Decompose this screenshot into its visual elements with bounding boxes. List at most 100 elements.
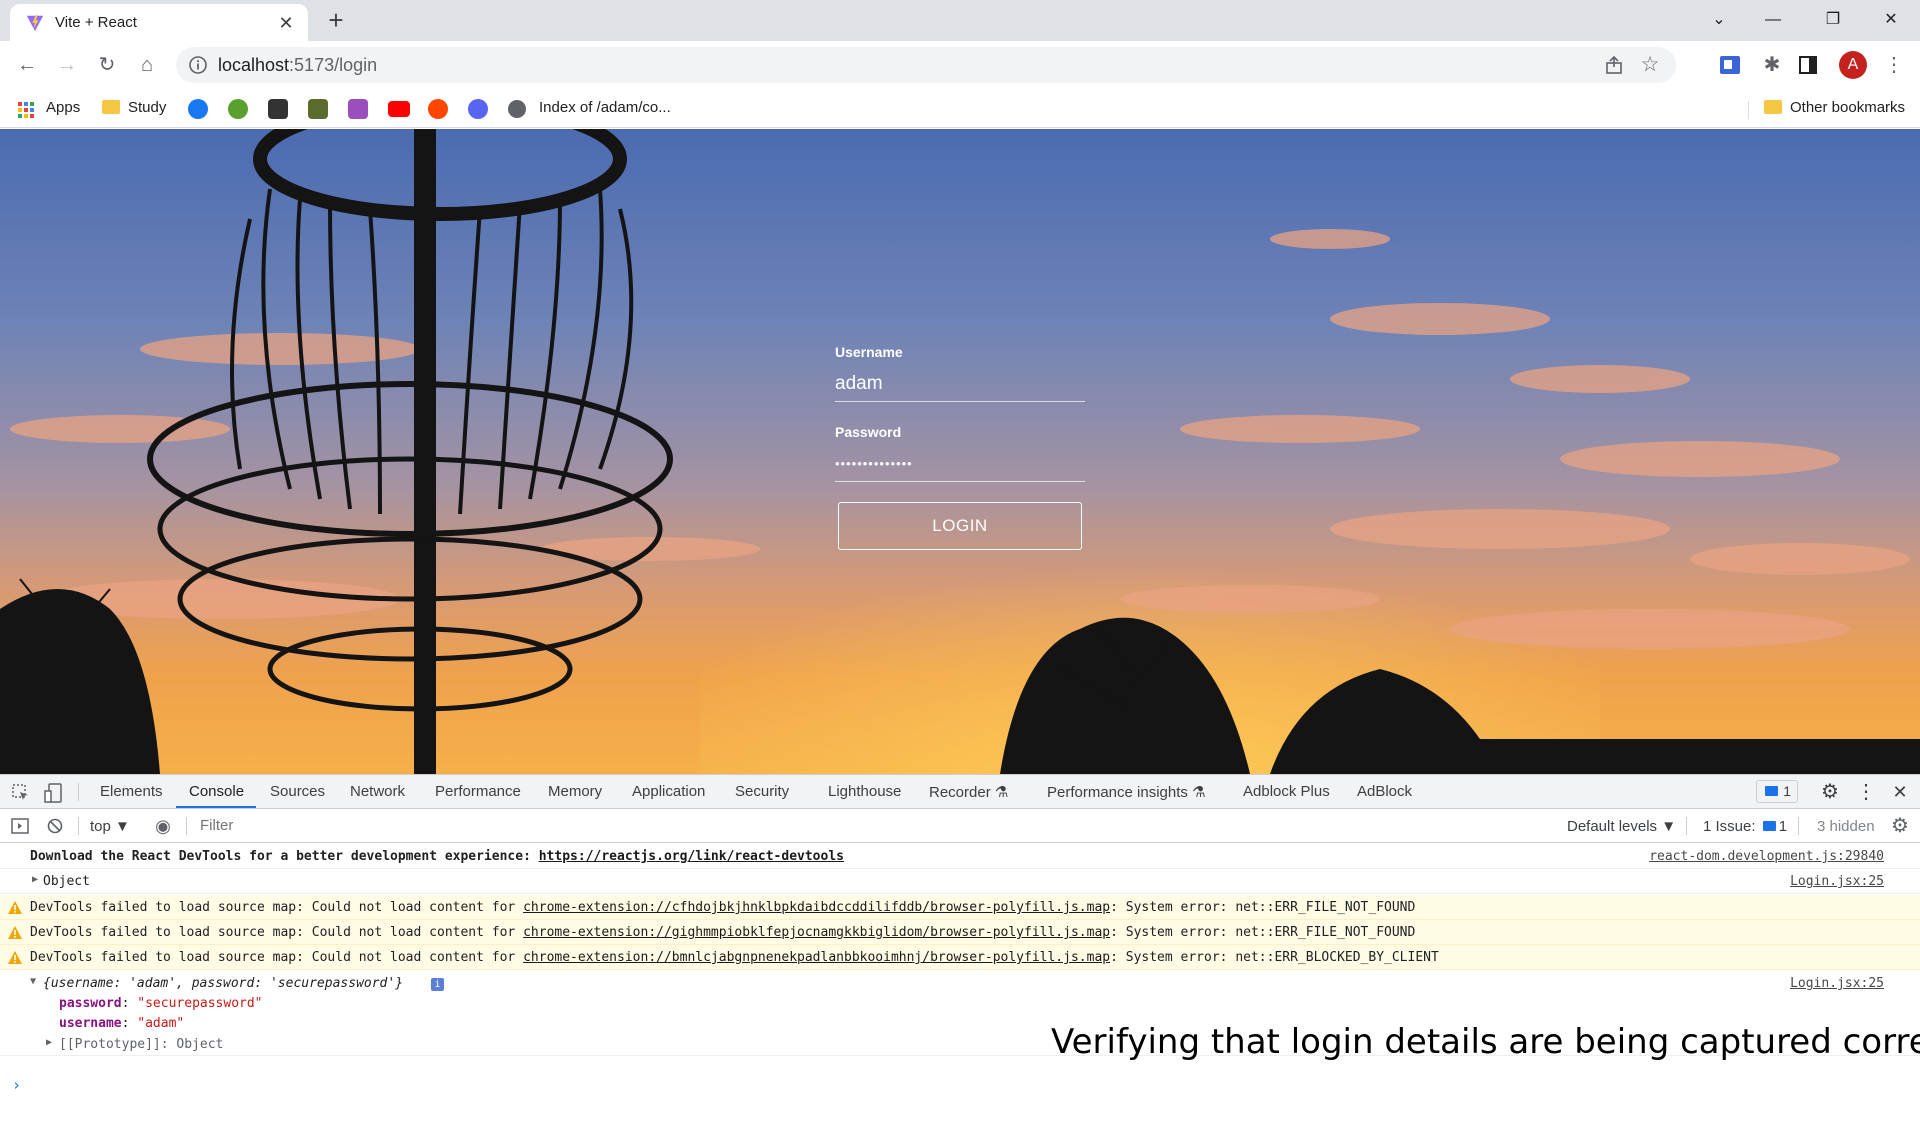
forward-icon[interactable]: → (53, 51, 81, 79)
active-tab-indicator (176, 806, 256, 808)
browser-toolbar: ← → ↻ ⌂ localhost:5173/login ☆ ✱ A ⋮ (0, 41, 1920, 89)
info-icon[interactable]: i (431, 978, 444, 991)
reload-icon[interactable]: ↻ (93, 51, 121, 79)
tab-search-icon[interactable]: ⌄ (1696, 0, 1742, 40)
share-icon[interactable] (1604, 55, 1624, 75)
expand-arrow-icon[interactable]: ▶ (46, 1037, 52, 1048)
minimize-button[interactable]: — (1750, 0, 1796, 40)
message-icon (1762, 821, 1776, 831)
hidden-count: 3 hidden (1817, 818, 1875, 835)
settings-gear-icon[interactable]: ⚙ (1816, 778, 1844, 806)
tab-adblock[interactable]: AdBlock (1357, 783, 1412, 800)
menu-kebab-icon[interactable]: ⋮ (1880, 51, 1908, 79)
bookmark-index[interactable]: Index of /adam/co... (539, 97, 671, 119)
tab-lighthouse[interactable]: Lighthouse (828, 783, 901, 800)
bookmark-divider (1748, 101, 1749, 119)
divider (78, 817, 79, 835)
apps-grid-icon (18, 102, 34, 118)
console-toolbar: top ▼ ◉ Default levels ▼ 1 Issue: 1 3 hi… (0, 810, 1920, 843)
console-settings-icon[interactable]: ⚙ (1886, 812, 1914, 840)
sourcemap-link[interactable]: chrome-extension://bmnlcjabgnpnenekpadla… (523, 950, 1110, 965)
tab-network[interactable]: Network (350, 783, 405, 800)
sourcemap-link[interactable]: chrome-extension://gighmmpiobklfepjocnam… (523, 925, 1110, 940)
expand-arrow-icon[interactable]: ▶ (32, 874, 38, 885)
tab-performance-insights[interactable]: Performance insights ⚗ (1047, 783, 1206, 801)
tab-security[interactable]: Security (735, 783, 789, 800)
new-tab-button[interactable]: + (322, 7, 350, 35)
log-levels-dropdown[interactable]: Default levels ▼ (1567, 818, 1676, 835)
tab-performance[interactable]: Performance (435, 783, 521, 800)
password-label: Password (835, 424, 902, 440)
username-label: Username (835, 344, 903, 360)
profile-avatar[interactable]: A (1839, 51, 1867, 79)
sourcemap-link[interactable]: chrome-extension://cfhdojbkjhnklbpkdaibd… (523, 900, 1110, 915)
issues-link[interactable]: 1 Issue: 1 (1703, 818, 1787, 835)
login-button[interactable]: LOGIN (838, 502, 1082, 550)
source-link[interactable]: Login.jsx:25 (1790, 976, 1884, 991)
side-panel-icon[interactable] (1799, 56, 1817, 74)
console-message: ▶ Object Login.jsx:25 (0, 869, 1920, 894)
message-text[interactable]: Object (43, 874, 90, 889)
bookmark-s-icon[interactable] (348, 99, 368, 119)
bookmark-study[interactable]: Study (102, 97, 166, 119)
bookmark-site-icon[interactable] (268, 99, 288, 119)
context-selector[interactable]: top ▼ (90, 818, 130, 835)
folder-icon (1764, 100, 1782, 115)
url-text: localhost:5173/login (218, 55, 378, 75)
facebook-icon[interactable] (188, 99, 208, 119)
tab-elements[interactable]: Elements (100, 783, 163, 800)
back-icon[interactable]: ← (13, 51, 41, 79)
console-prompt[interactable]: › (12, 1076, 21, 1094)
source-link[interactable]: react-dom.development.js:29840 (1649, 849, 1884, 864)
inspect-element-icon[interactable] (12, 784, 30, 802)
puzzle-icon[interactable]: ✱ (1758, 51, 1786, 79)
utorrent-icon[interactable] (228, 99, 248, 119)
issues-counter[interactable]: 1 (1756, 780, 1798, 803)
tab-memory[interactable]: Memory (548, 783, 602, 800)
clear-console-icon[interactable] (47, 818, 63, 834)
bookmark-site-icon[interactable] (308, 99, 328, 119)
tab-recorder[interactable]: Recorder ⚗ (929, 783, 1008, 801)
extension-icon[interactable] (1718, 53, 1742, 77)
password-input[interactable] (835, 446, 1085, 482)
devtools-menu-icon[interactable]: ⋮ (1852, 778, 1880, 806)
browser-tab[interactable]: Vite + React ✕ (10, 4, 308, 41)
divider (1686, 817, 1687, 835)
source-link[interactable]: Login.jsx:25 (1790, 874, 1884, 889)
device-toolbar-icon[interactable] (44, 783, 62, 803)
restore-button[interactable]: ❐ (1810, 0, 1856, 40)
tab-console[interactable]: Console (189, 783, 244, 800)
console-filter-input[interactable] (192, 813, 1555, 838)
reddit-icon[interactable] (428, 99, 448, 119)
discord-icon[interactable] (468, 99, 488, 119)
object-prototype[interactable]: [[Prototype]]: Object (59, 1037, 223, 1052)
object-summary[interactable]: {username: 'adam', password: 'securepass… (43, 976, 403, 991)
tab-adblock-plus[interactable]: Adblock Plus (1243, 783, 1330, 800)
site-info-icon[interactable] (188, 55, 208, 75)
globe-icon (508, 100, 526, 118)
login-page: Username Password LOGIN (0, 129, 1920, 774)
username-input[interactable] (835, 366, 1085, 402)
devtools-panel: Elements Console Sources Network Perform… (0, 774, 1920, 1140)
console-warning: DevTools failed to load source map: Coul… (0, 920, 1920, 945)
tab-sources[interactable]: Sources (270, 783, 325, 800)
sidebar-toggle-icon[interactable] (11, 818, 29, 834)
youtube-icon[interactable] (388, 101, 410, 117)
console-warning: DevTools failed to load source map: Coul… (0, 945, 1920, 970)
eye-icon[interactable]: ◉ (149, 812, 177, 840)
bookmarks-bar: Apps Study Index of /adam/co... Other bo… (0, 89, 1920, 128)
collapse-arrow-icon[interactable]: ▼ (30, 976, 36, 987)
close-devtools-icon[interactable]: ✕ (1886, 778, 1914, 806)
tab-application[interactable]: Application (632, 783, 705, 800)
tab-title: Vite + React (55, 14, 137, 31)
address-bar[interactable]: localhost:5173/login ☆ (176, 47, 1676, 83)
bookmark-other[interactable]: Other bookmarks (1764, 97, 1905, 119)
message-text: DevTools failed to load source map: Coul… (30, 925, 1416, 940)
message-text: DevTools failed to load source map: Coul… (30, 900, 1416, 915)
close-tab-icon[interactable]: ✕ (274, 11, 298, 35)
devtools-link[interactable]: https://reactjs.org/link/react-devtools (539, 849, 844, 864)
close-window-button[interactable]: ✕ (1868, 0, 1914, 40)
bookmark-star-icon[interactable]: ☆ (1638, 53, 1662, 77)
bookmark-apps[interactable]: Apps (46, 97, 80, 119)
home-icon[interactable]: ⌂ (133, 51, 161, 79)
